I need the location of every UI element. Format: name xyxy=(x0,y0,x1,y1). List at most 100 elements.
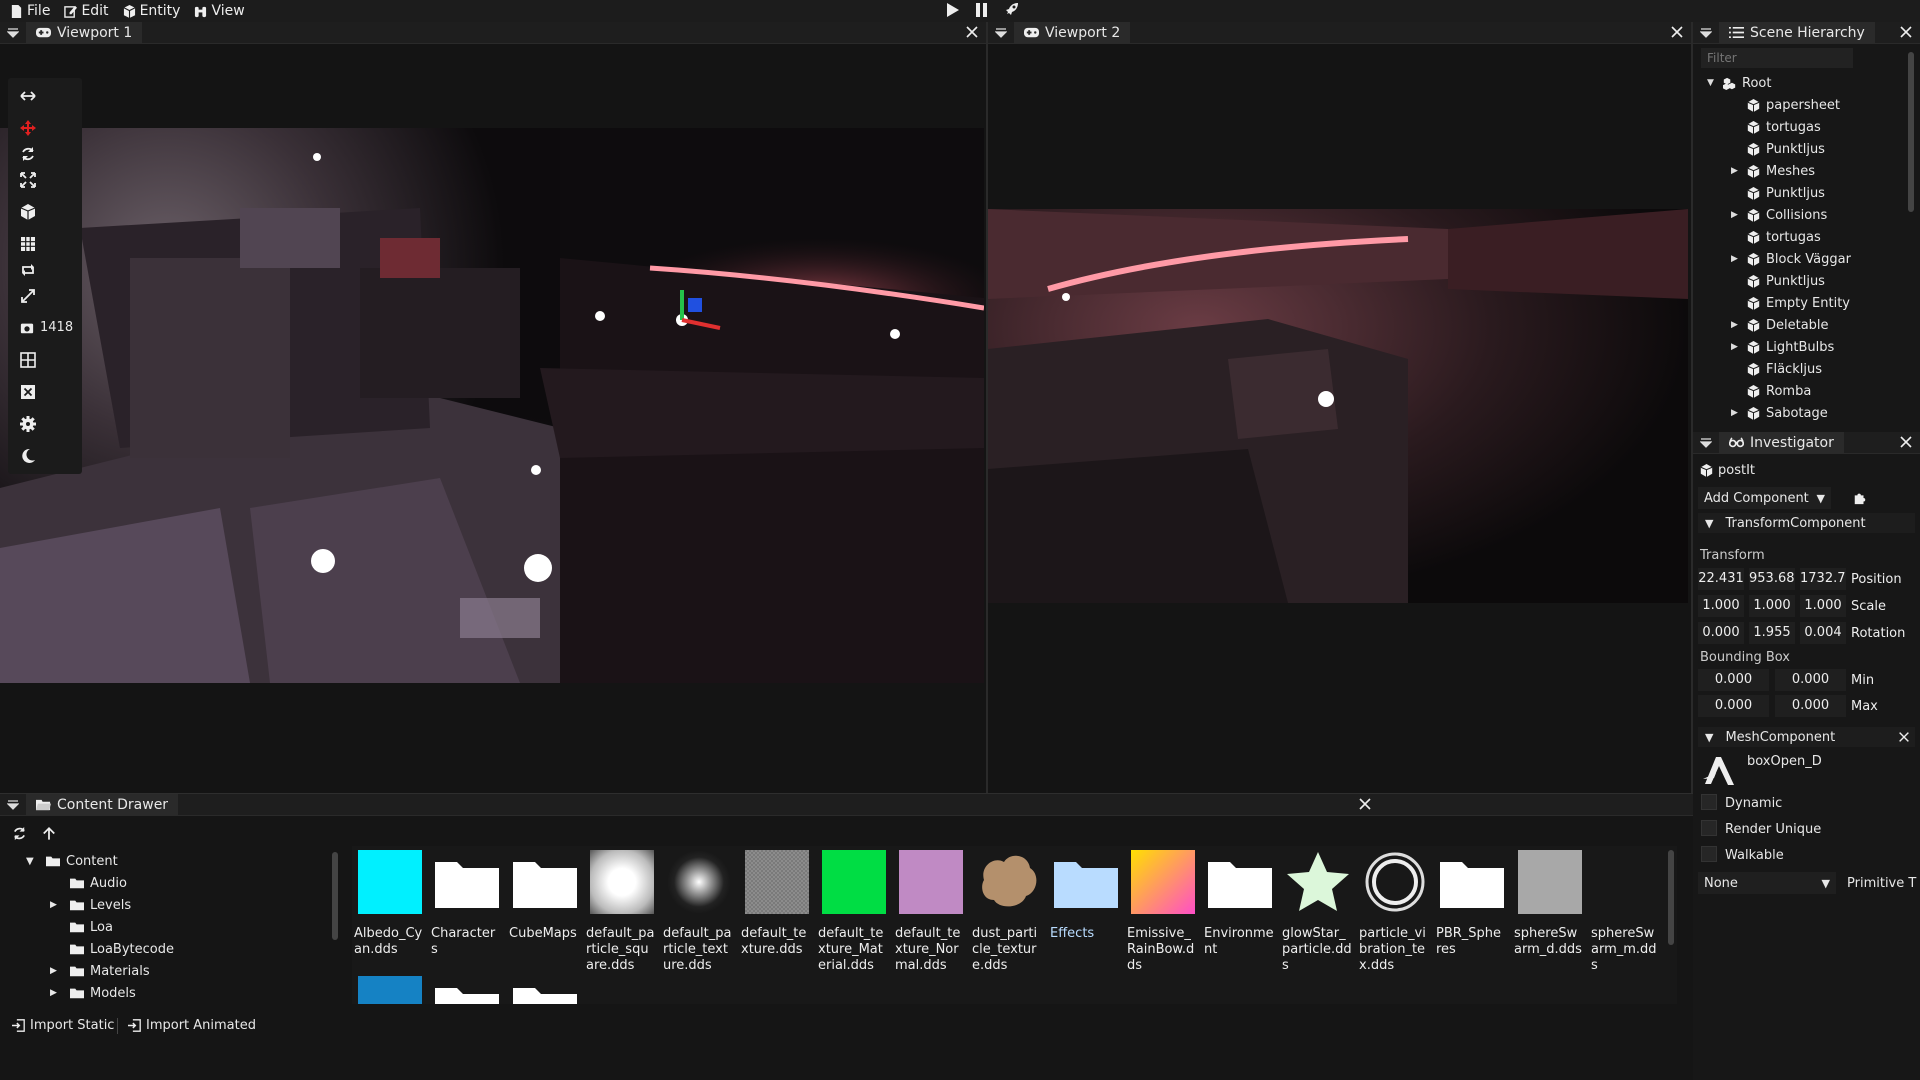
settings-icon[interactable] xyxy=(20,416,36,432)
asset-item[interactable]: default_texture_Normal.dds xyxy=(895,850,965,974)
asset-item[interactable]: default_particle_texture.dds xyxy=(663,850,733,974)
grid-icon[interactable] xyxy=(20,236,36,252)
hierarchy-scrollbar[interactable] xyxy=(1908,52,1914,212)
close-icon[interactable] xyxy=(1898,24,1914,40)
hierarchy-item[interactable]: Empty Entity xyxy=(1731,292,1850,314)
collapse-arrow-icon[interactable] xyxy=(1693,432,1719,454)
tree-item[interactable]: ▶ Materials xyxy=(50,960,150,982)
rotation-z-field[interactable]: 0.004 xyxy=(1800,622,1846,644)
tree-item[interactable]: ▼ Content xyxy=(26,850,118,872)
close-icon[interactable] xyxy=(1898,434,1914,450)
walkable-checkbox[interactable] xyxy=(1701,846,1717,862)
hierarchy-item[interactable]: ▶ LightBulbs xyxy=(1731,336,1834,358)
collapsed-arrow-icon[interactable]: ▶ xyxy=(50,988,64,998)
close-icon[interactable] xyxy=(1669,24,1685,40)
viewport-2-scene[interactable] xyxy=(988,209,1688,603)
collapsed-arrow-icon[interactable]: ▶ xyxy=(1731,320,1741,330)
bb-min-y-field[interactable]: 0.000 xyxy=(1775,669,1846,691)
scale-y-field[interactable]: 1.000 xyxy=(1749,595,1795,617)
tree-item[interactable]: ▶ Levels xyxy=(50,894,131,916)
asset-item[interactable]: Albedo_Cyan.dds xyxy=(354,850,424,958)
play-icon[interactable] xyxy=(944,2,960,18)
refresh-icon[interactable] xyxy=(12,826,27,841)
move-icon[interactable] xyxy=(20,120,36,136)
close-icon[interactable] xyxy=(1897,730,1911,744)
hierarchy-item[interactable]: ▶ Meshes xyxy=(1731,160,1815,182)
hierarchy-item[interactable]: Romba xyxy=(1731,380,1811,402)
import-animated-button[interactable]: Import Animated xyxy=(128,1018,256,1033)
dynamic-checkbox[interactable] xyxy=(1701,794,1717,810)
tree-scrollbar[interactable] xyxy=(332,852,338,940)
tree-item[interactable]: LoaBytecode xyxy=(50,938,174,960)
menu-entity[interactable]: Entity xyxy=(123,3,180,19)
collapsed-arrow-icon[interactable]: ▶ xyxy=(1731,166,1741,176)
hierarchy-root[interactable]: ▼ Root xyxy=(1707,72,1771,94)
expand-icon[interactable] xyxy=(20,288,36,304)
layout-icon[interactable] xyxy=(20,352,36,368)
bb-min-x-field[interactable]: 0.000 xyxy=(1698,669,1769,691)
repeat-icon[interactable] xyxy=(20,262,36,278)
mesh-component-header[interactable]: ▼ MeshComponent xyxy=(1698,727,1915,747)
asset-item[interactable]: Emissive_RainBow.dds xyxy=(1127,850,1197,974)
close-square-icon[interactable] xyxy=(20,384,36,400)
puzzle-icon[interactable] xyxy=(1852,491,1868,505)
asset-item[interactable]: Effects xyxy=(1050,850,1120,942)
asset-item[interactable]: sphereSwarm_d.dds xyxy=(1514,850,1584,958)
position-x-field[interactable]: 22.431 xyxy=(1698,568,1744,590)
hierarchy-item[interactable]: papersheet xyxy=(1731,94,1840,116)
asset-item[interactable]: sphereSwarm_m.dds xyxy=(1591,850,1661,974)
hierarchy-filter-input[interactable] xyxy=(1701,48,1853,68)
collapsed-arrow-icon[interactable]: ▶ xyxy=(50,900,64,910)
asset-item[interactable] xyxy=(431,976,501,1004)
tree-item[interactable]: Loa xyxy=(50,916,113,938)
tab-viewport-2[interactable]: Viewport 2 xyxy=(1014,21,1131,44)
bb-max-x-field[interactable]: 0.000 xyxy=(1698,695,1769,717)
close-icon[interactable] xyxy=(1357,796,1373,812)
collapsed-arrow-icon[interactable]: ▶ xyxy=(1731,408,1741,418)
cube-icon[interactable] xyxy=(20,204,36,220)
arrow-up-icon[interactable] xyxy=(42,826,56,841)
viewport-1-scene[interactable] xyxy=(0,128,984,683)
asset-item[interactable]: Environment xyxy=(1204,850,1274,958)
rotation-y-field[interactable]: 1.955 xyxy=(1749,622,1795,644)
bb-max-y-field[interactable]: 0.000 xyxy=(1775,695,1846,717)
asset-item[interactable]: CubeMaps xyxy=(509,850,579,942)
asset-item[interactable] xyxy=(354,976,424,1004)
hierarchy-item[interactable]: Punktljus xyxy=(1731,270,1825,292)
menu-edit[interactable]: Edit xyxy=(64,3,109,19)
tab-content-drawer[interactable]: Content Drawer xyxy=(26,793,179,816)
menu-view[interactable]: View xyxy=(194,3,245,19)
asset-item[interactable]: default_texture_Material.dds xyxy=(818,850,888,974)
asset-item[interactable]: default_particle_square.dds xyxy=(586,850,656,974)
collapsed-arrow-icon[interactable]: ▶ xyxy=(1731,254,1741,264)
asset-item[interactable] xyxy=(509,976,579,1004)
asset-item[interactable]: default_texture.dds xyxy=(741,850,811,958)
asset-item[interactable]: dust_particle_texture.dds xyxy=(972,850,1042,974)
collapse-arrow-icon[interactable] xyxy=(988,22,1014,44)
position-z-field[interactable]: 1732.76 xyxy=(1800,568,1846,590)
tab-scene-hierarchy[interactable]: Scene Hierarchy xyxy=(1719,21,1875,44)
import-static-button[interactable]: Import Static xyxy=(12,1018,114,1033)
asset-item[interactable]: glowStar_particle.dds xyxy=(1282,850,1352,974)
transform-component-header[interactable]: ▼ TransformComponent xyxy=(1698,513,1915,533)
collapsed-arrow-icon[interactable]: ▶ xyxy=(50,966,64,976)
menu-file[interactable]: File xyxy=(10,3,50,19)
hierarchy-item[interactable]: ▶ Block Väggar xyxy=(1731,248,1851,270)
expanded-arrow-icon[interactable]: ▼ xyxy=(1707,78,1717,88)
collapsed-arrow-icon[interactable]: ▶ xyxy=(1731,210,1741,220)
rotate-icon[interactable] xyxy=(20,146,36,162)
expanded-arrow-icon[interactable]: ▼ xyxy=(26,856,40,867)
asset-item[interactable]: PBR_Spheres xyxy=(1436,850,1506,958)
scale-icon[interactable] xyxy=(20,172,36,188)
render-unique-checkbox[interactable] xyxy=(1701,820,1717,836)
scale-z-field[interactable]: 1.000 xyxy=(1800,595,1846,617)
primitive-type-select[interactable]: None ▼ xyxy=(1698,872,1836,894)
collapse-arrow-icon[interactable] xyxy=(1693,22,1719,44)
hierarchy-item[interactable]: ▶ Sabotage xyxy=(1731,402,1828,424)
close-icon[interactable] xyxy=(964,24,980,40)
collapse-arrow-icon[interactable] xyxy=(0,22,26,44)
asset-item[interactable]: particle_vibration_tex.dds xyxy=(1359,850,1429,974)
tab-investigator[interactable]: Investigator xyxy=(1719,431,1844,454)
asset-scrollbar[interactable] xyxy=(1668,850,1674,945)
hierarchy-item[interactable]: ▶ Collisions xyxy=(1731,204,1827,226)
